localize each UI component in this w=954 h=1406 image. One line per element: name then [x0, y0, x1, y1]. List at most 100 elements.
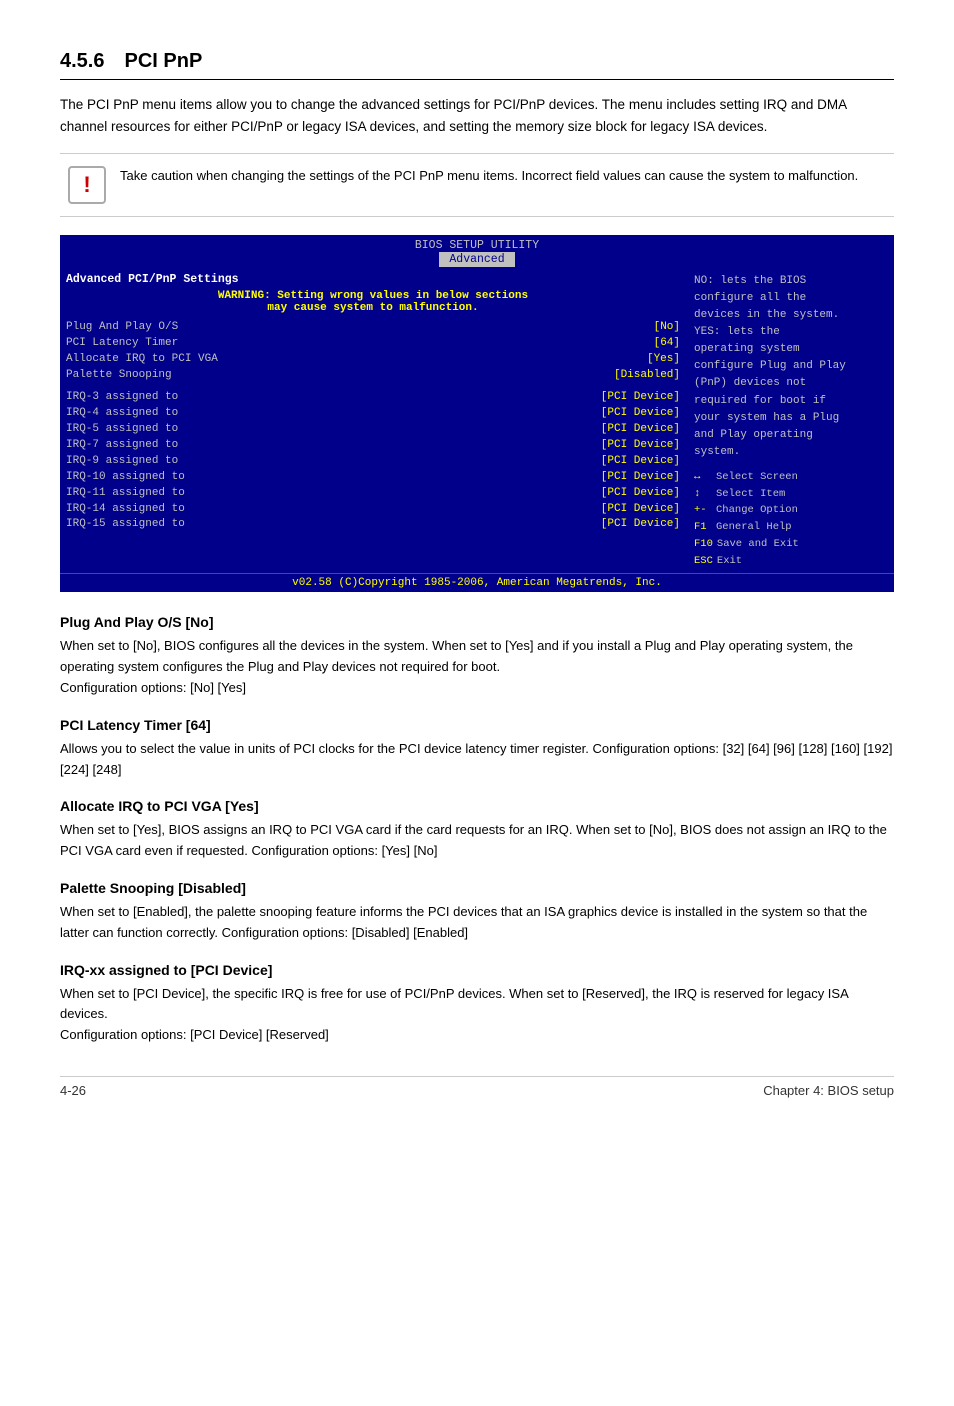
bios-irq-val: [PCI Device]	[601, 454, 680, 470]
bios-irq-list: IRQ-3 assigned to[PCI Device]IRQ-4 assig…	[66, 390, 680, 533]
section-title-row: 4.5.6 PCI PnP	[60, 50, 894, 80]
subsections-container: Plug And Play O/S [No] When set to [No], …	[60, 614, 894, 1046]
bios-key-binding: ↔Select Screen	[694, 469, 888, 486]
bios-right-panel: NO: lets the BIOSconfigure all thedevice…	[688, 273, 888, 569]
bios-irq-val: [PCI Device]	[601, 470, 680, 486]
footer-right: Chapter 4: BIOS setup	[763, 1083, 894, 1098]
key-icon: +-	[694, 502, 712, 519]
bios-setting-row: PCI Latency Timer[64]	[66, 336, 680, 352]
subsection-title: IRQ-xx assigned to [PCI Device]	[60, 962, 894, 978]
bios-key-binding: F10Save and Exit	[694, 536, 888, 553]
page-footer: 4-26 Chapter 4: BIOS setup	[60, 1076, 894, 1098]
bios-irq-key: IRQ-5 assigned to	[66, 422, 601, 438]
subsection-body: When set to [No], BIOS configures all th…	[60, 636, 894, 698]
subsection-title: Plug And Play O/S [No]	[60, 614, 894, 630]
bios-title-text: BIOS SETUP UTILITY	[415, 239, 539, 252]
bios-irq-key: IRQ-3 assigned to	[66, 390, 601, 406]
warning-text: Take caution when changing the settings …	[120, 166, 858, 187]
warning-icon: !	[68, 166, 106, 204]
bios-irq-key: IRQ-9 assigned to	[66, 454, 601, 470]
bios-key-binding: +-Change Option	[694, 502, 888, 519]
bios-irq-val: [PCI Device]	[601, 438, 680, 454]
bios-desc-line: and Play operating	[694, 427, 888, 444]
bios-desc-line: devices in the system.	[694, 307, 888, 324]
bios-right-description: NO: lets the BIOSconfigure all thedevice…	[694, 273, 888, 461]
bios-key: Allocate IRQ to PCI VGA	[66, 352, 647, 368]
bios-key-binding: ESCExit	[694, 553, 888, 570]
bios-desc-line: system.	[694, 444, 888, 461]
subsection-plug-and-play: Plug And Play O/S [No] When set to [No], …	[60, 614, 894, 698]
bios-irq-row: IRQ-3 assigned to[PCI Device]	[66, 390, 680, 406]
bios-irq-row: IRQ-4 assigned to[PCI Device]	[66, 406, 680, 422]
key-icon: F1	[694, 519, 712, 536]
key-label: Select Item	[716, 486, 785, 503]
bios-left-panel: Advanced PCI/PnP Settings WARNING: Setti…	[66, 273, 680, 569]
bios-footer: v02.58 (C)Copyright 1985-2006, American …	[60, 573, 894, 592]
bios-key-binding: F1General Help	[694, 519, 888, 536]
bios-tab[interactable]: Advanced	[439, 252, 514, 267]
footer-left: 4-26	[60, 1083, 86, 1098]
key-label: General Help	[716, 519, 792, 536]
bios-irq-row: IRQ-15 assigned to[PCI Device]	[66, 517, 680, 533]
bios-irq-val: [PCI Device]	[601, 390, 680, 406]
bios-desc-line: NO: lets the BIOS	[694, 273, 888, 290]
subsection-title: PCI Latency Timer [64]	[60, 717, 894, 733]
intro-paragraph: The PCI PnP menu items allow you to chan…	[60, 94, 894, 137]
bios-title-bar: BIOS SETUP UTILITY Advanced	[60, 235, 894, 269]
subsection-allocate-irq: Allocate IRQ to PCI VGA [Yes] When set to…	[60, 798, 894, 862]
bios-desc-line: configure all the	[694, 290, 888, 307]
key-icon: F10	[694, 536, 713, 553]
key-label: Select Screen	[716, 469, 798, 486]
section-number: 4.5.6	[60, 50, 104, 72]
bios-irq-row: IRQ-10 assigned to[PCI Device]	[66, 470, 680, 486]
key-icon: ↔	[694, 469, 712, 486]
bios-setting-row: Plug And Play O/S[No]	[66, 320, 680, 336]
bios-warning: WARNING: Setting wrong values in below s…	[66, 290, 680, 314]
subsection-irq-assigned: IRQ-xx assigned to [PCI Device] When set …	[60, 962, 894, 1046]
bios-setting-row: Allocate IRQ to PCI VGA[Yes]	[66, 352, 680, 368]
bios-val: [Yes]	[647, 352, 680, 368]
subsection-title: Allocate IRQ to PCI VGA [Yes]	[60, 798, 894, 814]
bios-val: [64]	[654, 336, 680, 352]
bios-irq-val: [PCI Device]	[601, 486, 680, 502]
bios-key: Palette Snooping	[66, 368, 614, 384]
bios-irq-row: IRQ-5 assigned to[PCI Device]	[66, 422, 680, 438]
key-label: Change Option	[716, 502, 798, 519]
bios-desc-line: configure Plug and Play	[694, 358, 888, 375]
subsection-palette-snooping: Palette Snooping [Disabled] When set to […	[60, 880, 894, 944]
warning-box: ! Take caution when changing the setting…	[60, 153, 894, 217]
bios-irq-key: IRQ-7 assigned to	[66, 438, 601, 454]
bios-irq-key: IRQ-4 assigned to	[66, 406, 601, 422]
bios-irq-key: IRQ-14 assigned to	[66, 502, 601, 518]
key-label: Exit	[717, 553, 742, 570]
bios-right-keys: ↔Select Screen↕Select Item+-Change Optio…	[694, 469, 888, 570]
bios-irq-row: IRQ-7 assigned to[PCI Device]	[66, 438, 680, 454]
subsection-title: Palette Snooping [Disabled]	[60, 880, 894, 896]
subsection-body: When set to [Enabled], the palette snoop…	[60, 902, 894, 944]
bios-key: PCI Latency Timer	[66, 336, 654, 352]
subsection-body: Allows you to select the value in units …	[60, 739, 894, 781]
bios-irq-key: IRQ-11 assigned to	[66, 486, 601, 502]
bios-key: Plug And Play O/S	[66, 320, 654, 336]
bios-irq-row: IRQ-11 assigned to[PCI Device]	[66, 486, 680, 502]
bios-val: [Disabled]	[614, 368, 680, 384]
bios-settings-list: Plug And Play O/S[No]PCI Latency Timer[6…	[66, 320, 680, 384]
bios-val: [No]	[654, 320, 680, 336]
bios-key-binding: ↕Select Item	[694, 486, 888, 503]
bios-desc-line: operating system	[694, 341, 888, 358]
bios-section-header: Advanced PCI/PnP Settings	[66, 273, 680, 286]
bios-irq-row: IRQ-14 assigned to[PCI Device]	[66, 502, 680, 518]
bios-desc-line: YES: lets the	[694, 324, 888, 341]
bios-irq-val: [PCI Device]	[601, 422, 680, 438]
subsection-pci-latency-timer: PCI Latency Timer [64] Allows you to sele…	[60, 717, 894, 781]
key-icon: ↕	[694, 486, 712, 503]
subsection-body: When set to [PCI Device], the specific I…	[60, 984, 894, 1046]
section-title: PCI PnP	[124, 50, 202, 72]
bios-irq-key: IRQ-15 assigned to	[66, 517, 601, 533]
bios-desc-line: your system has a Plug	[694, 410, 888, 427]
bios-irq-key: IRQ-10 assigned to	[66, 470, 601, 486]
subsection-body: When set to [Yes], BIOS assigns an IRQ t…	[60, 820, 894, 862]
bios-irq-val: [PCI Device]	[601, 406, 680, 422]
bios-desc-line: (PnP) devices not	[694, 375, 888, 392]
bios-irq-val: [PCI Device]	[601, 502, 680, 518]
